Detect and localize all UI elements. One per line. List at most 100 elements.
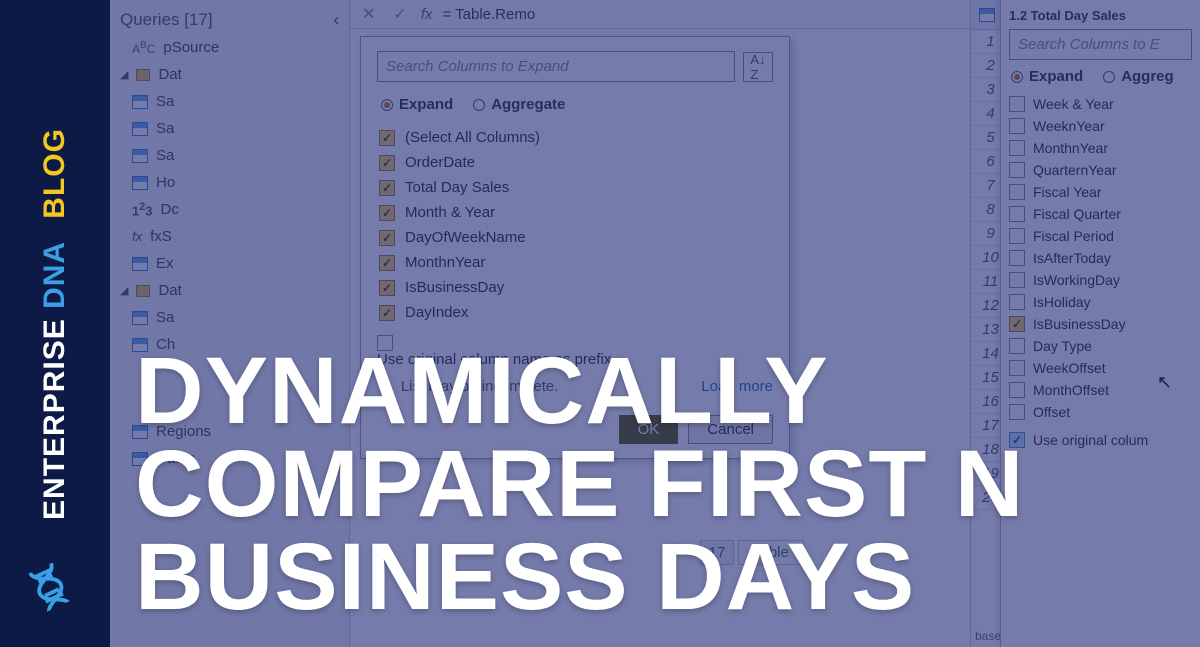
query-group-2[interactable]: ◢ Dat: [114, 277, 345, 304]
column-checkbox-row[interactable]: ✓ Fiscal Period: [1009, 225, 1192, 247]
sort-az-button[interactable]: A↓Z: [743, 52, 773, 82]
checkbox-icon: ✓: [379, 255, 395, 271]
radio-aggregate[interactable]: Aggregate: [473, 96, 565, 113]
query-item[interactable]: Sa: [114, 304, 345, 331]
query-item[interactable]: Sa: [114, 88, 345, 115]
column-checkbox-row[interactable]: ✓IsAfterToday: [1009, 247, 1192, 269]
table-icon: [132, 257, 148, 271]
query-item[interactable]: Ex: [114, 250, 345, 277]
search-columns-input[interactable]: Search Columns to Expand: [377, 51, 735, 82]
column-checkbox-row[interactable]: ✓IsBusinessDay: [1009, 313, 1192, 335]
query-label: fxS: [150, 228, 172, 245]
column-checkbox-row[interactable]: ✓WeeknYear: [1009, 115, 1192, 137]
headline-line-2: COMPARE FIRST N: [135, 438, 1190, 531]
query-label: Sa: [156, 93, 174, 110]
query-item[interactable]: Ho: [114, 169, 345, 196]
column-name: WeeknYear: [1033, 118, 1105, 134]
table-icon: [132, 149, 148, 163]
columns-checklist: ✓(Select All Columns) ✓OrderDate ✓Total …: [377, 125, 773, 325]
formula-text[interactable]: = Table.Remo: [442, 6, 535, 23]
checkbox-icon: ✓: [1009, 294, 1025, 310]
checkbox-icon: ✓: [1009, 228, 1025, 244]
column-name: Week & Year: [1033, 96, 1114, 112]
table-icon: [132, 311, 148, 325]
radio-aggregate[interactable]: Aggreg: [1103, 68, 1174, 85]
checkbox-icon: ✓: [379, 205, 395, 221]
column-checkbox-row[interactable]: ✓MonthnYear: [377, 250, 773, 275]
query-item[interactable]: Sa: [114, 115, 345, 142]
checkbox-icon: ✓: [1009, 206, 1025, 222]
column-name: Month & Year: [405, 204, 495, 221]
column-name: MonthnYear: [1033, 140, 1108, 156]
column-name: DayOfWeekName: [405, 229, 526, 246]
column-checkbox-row[interactable]: ✓ DayOfWeekName: [377, 225, 773, 250]
headline-line-3: BUSINESS DAYS: [135, 531, 1190, 624]
group-label: Dat: [158, 282, 181, 299]
brand-text: ENTERPRISE DNA BLOG: [38, 128, 72, 520]
headline-line-1: DYNAMICALLY: [135, 345, 1190, 438]
column-checkbox-row[interactable]: ✓IsWorkingDay: [1009, 269, 1192, 291]
column-checkbox-row[interactable]: ✓ Fiscal Quarter: [1009, 203, 1192, 225]
column-checkbox-row[interactable]: ✓ QuarternYear: [1009, 159, 1192, 181]
folder-icon: [136, 69, 150, 81]
brand-word-1: ENTERPRISE: [38, 318, 71, 520]
column-checkbox-row[interactable]: ✓ Week & Year: [1009, 93, 1192, 115]
column-checkbox-row[interactable]: ✓ MonthnYear: [1009, 137, 1192, 159]
column-name: Fiscal Quarter: [1033, 206, 1121, 222]
column-checkbox-row[interactable]: ✓IsHoliday: [1009, 291, 1192, 313]
column-checkbox-row[interactable]: ✓ Month & Year: [377, 200, 773, 225]
checkbox-icon: ✓: [379, 130, 395, 146]
radio-expand[interactable]: Expand: [1011, 68, 1083, 85]
queries-pane-title: Queries [17] ‹: [114, 6, 345, 34]
query-item[interactable]: fxfxS: [114, 223, 345, 250]
queries-title-text: Queries [17]: [120, 10, 213, 30]
query-label: Dc: [161, 201, 179, 218]
checkbox-icon: ✓: [1009, 272, 1025, 288]
query-item[interactable]: Sa: [114, 142, 345, 169]
commit-formula-icon[interactable]: ✓: [389, 4, 410, 24]
query-item[interactable]: 123 Dc: [114, 196, 345, 223]
expand-triangle-icon: ◢: [120, 68, 128, 81]
query-label: Sa: [156, 120, 174, 137]
cancel-formula-icon[interactable]: ✕: [358, 4, 379, 24]
table-icon: [979, 8, 995, 22]
query-psource[interactable]: ABC pSource: [114, 34, 345, 61]
expand-triangle-icon: ◢: [120, 284, 128, 297]
group-label: Dat: [158, 66, 181, 83]
brand-sidebar: ENTERPRISE DNA BLOG: [0, 0, 110, 647]
folder-icon: [136, 285, 150, 297]
collapse-icon[interactable]: ‹: [333, 10, 339, 30]
column-checkbox-row[interactable]: ✓ (Select All Columns): [377, 125, 773, 150]
column-name: Total Day Sales: [405, 179, 509, 196]
column-checkbox-row[interactable]: ✓Total Day Sales: [377, 175, 773, 200]
checkbox-icon: ✓: [379, 230, 395, 246]
column-name: Fiscal Period: [1033, 228, 1114, 244]
fx-icon: fx: [132, 229, 142, 244]
column-checkbox-row[interactable]: ✓IsBusinessDay: [377, 275, 773, 300]
brand-word-2: DNA: [38, 242, 71, 309]
radio-label: Expand: [399, 96, 453, 113]
radio-dot-icon: [1103, 71, 1115, 83]
expand-aggregate-radio: Expand Aggregate: [381, 96, 773, 113]
radio-dot-icon: [381, 99, 393, 111]
radio-expand[interactable]: Expand: [381, 96, 453, 113]
column-checkbox-row[interactable]: ✓ DayIndex: [377, 300, 773, 325]
headline: DYNAMICALLY COMPARE FIRST N BUSINESS DAY…: [135, 345, 1190, 624]
column-name: QuarternYear: [1033, 162, 1117, 178]
checkbox-icon: ✓: [1009, 140, 1025, 156]
column-checkbox-row[interactable]: ✓Fiscal Year: [1009, 181, 1192, 203]
checkbox-icon: ✓: [1009, 162, 1025, 178]
text-type-icon: ABC: [132, 40, 155, 56]
dna-icon: [18, 555, 84, 626]
number-type-icon: 123: [132, 201, 153, 218]
checkbox-icon: ✓: [1009, 96, 1025, 112]
fx-icon[interactable]: fx: [421, 6, 433, 23]
query-group-1[interactable]: ◢ Dat: [114, 61, 345, 88]
checkbox-icon: ✓: [379, 305, 395, 321]
column-name: DayIndex: [405, 304, 468, 321]
column-name: (Select All Columns): [405, 129, 540, 146]
column-checkbox-row[interactable]: ✓OrderDate: [377, 150, 773, 175]
search-columns-input[interactable]: Search Columns to E: [1009, 29, 1192, 60]
brand-word-3: BLOG: [38, 128, 71, 219]
checkbox-icon: ✓: [379, 155, 395, 171]
